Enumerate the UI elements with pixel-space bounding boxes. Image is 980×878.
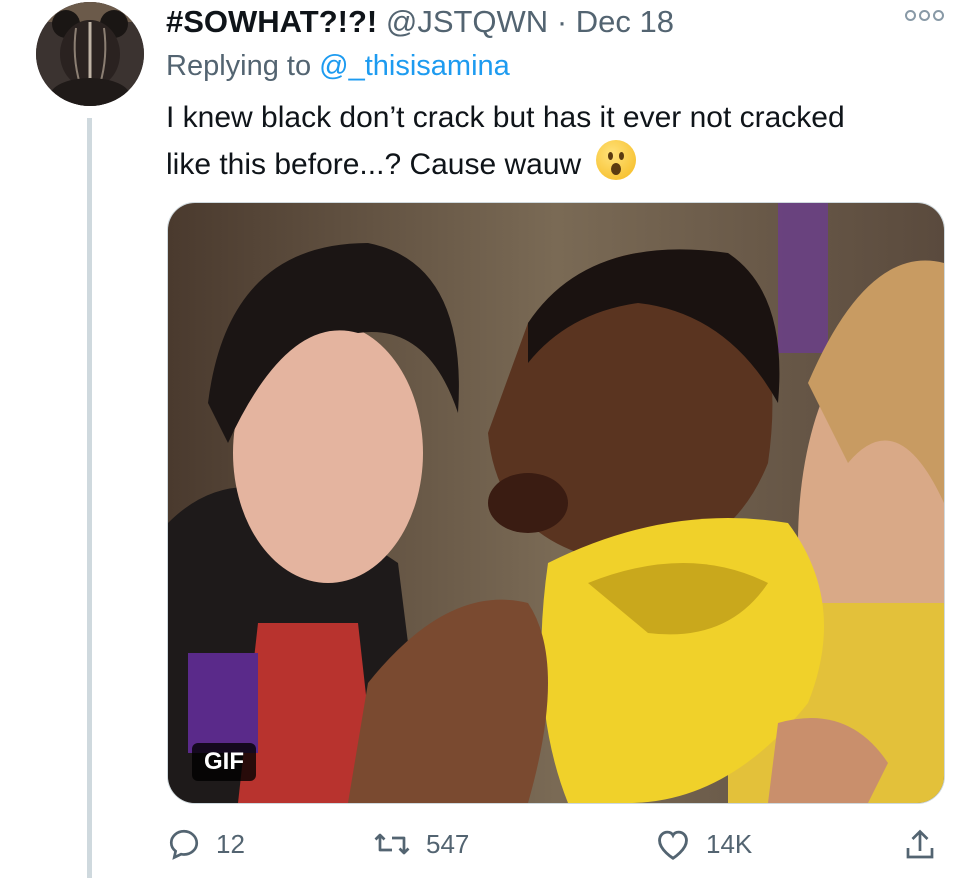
tweet-date[interactable]: Dec 18 (576, 4, 674, 39)
display-name[interactable]: #SOWHAT?!?! (166, 4, 377, 39)
tweet-actions: 12 547 14K (166, 826, 946, 870)
separator-dot: · (556, 4, 568, 39)
thread-line (87, 118, 92, 878)
heart-icon (658, 830, 688, 860)
more-options-icon[interactable] (905, 10, 944, 21)
reply-count: 12 (216, 828, 245, 859)
user-handle[interactable]: @JSTQWN (386, 4, 548, 39)
replying-to: Replying to @_thisisamina (166, 50, 510, 83)
retweet-count: 547 (426, 828, 470, 859)
share-icon (906, 829, 934, 859)
avatar[interactable] (36, 2, 144, 106)
replying-to-label: Replying to (166, 50, 312, 82)
reply-icon (169, 829, 199, 860)
like-button[interactable]: 14K (654, 826, 752, 862)
tweet-body: I knew black don’t crack but has it ever… (166, 101, 845, 181)
retweet-button[interactable]: 547 (372, 826, 469, 862)
gif-badge: GIF (192, 743, 256, 781)
like-count: 14K (706, 828, 753, 859)
avatar-image (36, 2, 144, 106)
hushed-face-emoji-icon (595, 140, 636, 180)
tweet-header: #SOWHAT?!?! @JSTQWN · Dec 18 (166, 4, 674, 40)
reply-button[interactable]: 12 (166, 826, 245, 862)
gif-media[interactable]: GIF (167, 202, 945, 804)
gif-frame (168, 203, 944, 803)
retweet-icon (374, 833, 410, 855)
tweet-text: I knew black don’t crack but has it ever… (166, 96, 866, 187)
reply-handle-link[interactable]: @_thisisamina (319, 50, 510, 82)
share-button[interactable] (902, 826, 938, 864)
